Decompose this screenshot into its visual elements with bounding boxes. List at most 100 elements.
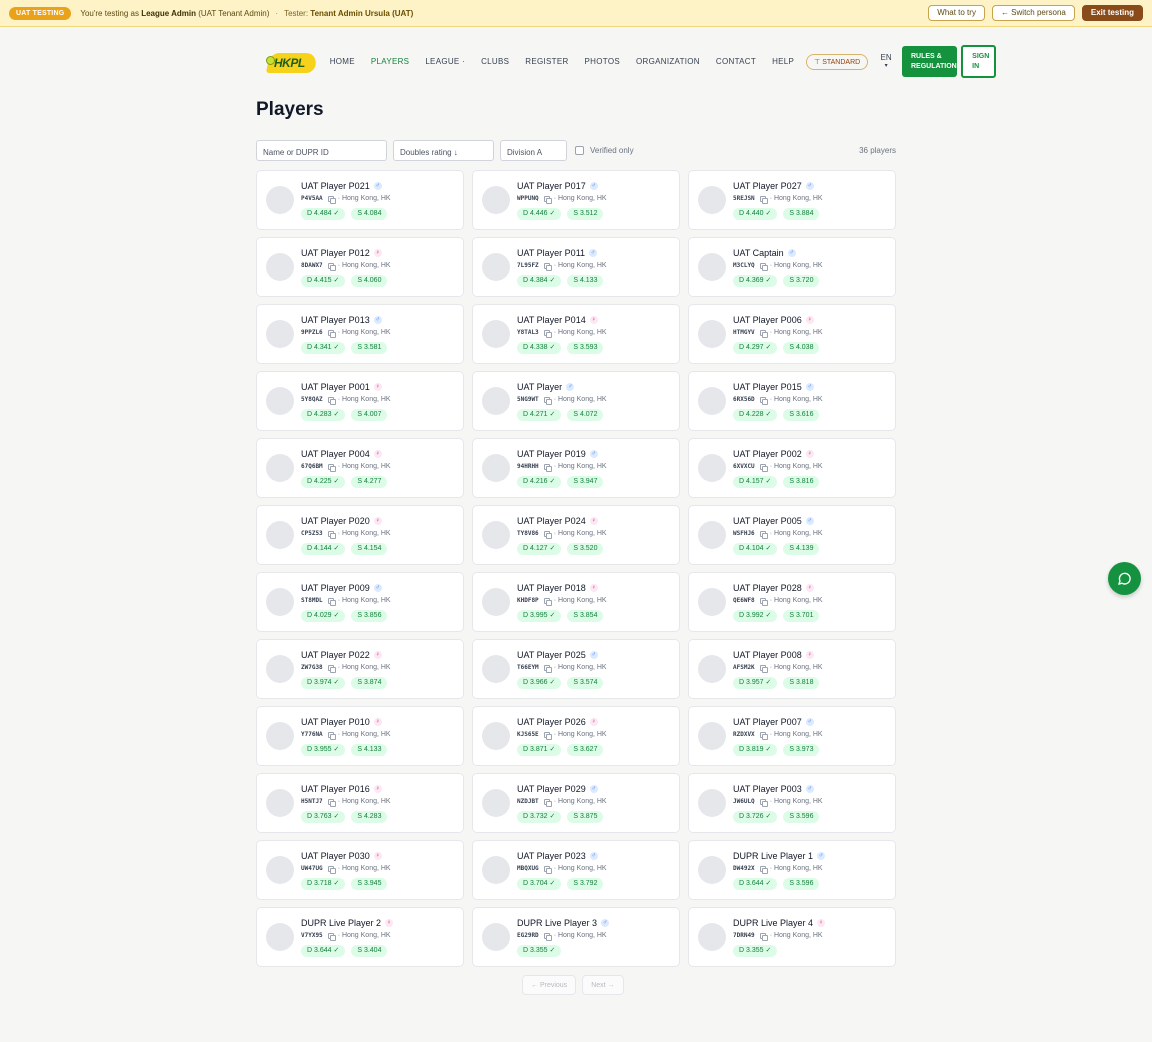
player-card[interactable]: UAT Player ♂ 5NG9WT · Hong Kong, HK D 4.271 …: [472, 371, 680, 431]
copy-icon[interactable]: [543, 262, 552, 271]
player-name[interactable]: UAT Player P006 ♀: [733, 315, 814, 325]
player-card[interactable]: DUPR Live Player 3 ♂ EG29RD · Hong Kong, HK…: [472, 907, 680, 967]
player-card[interactable]: UAT Player P013 ♂ 9PPZL6 · Hong Kong, HK D 4…: [256, 304, 464, 364]
player-card[interactable]: UAT Player P028 ♀ QE6WF8 · Hong Kong, HK D 3…: [688, 572, 896, 632]
player-card[interactable]: UAT Player P019 ♂ 94HRHH · Hong Kong, HK D 4…: [472, 438, 680, 498]
copy-icon[interactable]: [327, 865, 336, 874]
player-card[interactable]: UAT Player P026 ♀ KJS65E · Hong Kong, HK D 3…: [472, 706, 680, 766]
player-name[interactable]: UAT Player P010 ♀: [301, 717, 382, 727]
player-name[interactable]: UAT Player P017 ♂: [517, 181, 598, 191]
player-name[interactable]: UAT Player P011 ♂: [517, 248, 598, 258]
nav-photos[interactable]: PHOTOS: [577, 57, 628, 66]
player-card[interactable]: UAT Captain ♂ M3CLYQ · Hong Kong, HK D 4.369…: [688, 237, 896, 297]
player-name[interactable]: UAT Player P030 ♀: [301, 851, 382, 861]
player-name[interactable]: UAT Player P012 ♀: [301, 248, 382, 258]
nav-league[interactable]: LEAGUE ·: [417, 57, 473, 66]
nav-players[interactable]: PLAYERS: [363, 57, 417, 66]
switch-persona-button[interactable]: ← Switch persona: [991, 5, 1075, 21]
player-name[interactable]: UAT Player P022 ♀: [301, 650, 382, 660]
player-name[interactable]: UAT Player P003 ♂: [733, 784, 814, 794]
player-card[interactable]: UAT Player P022 ♀ ZW7G38 · Hong Kong, HK D 3…: [256, 639, 464, 699]
player-name[interactable]: UAT Player P018 ♀: [517, 583, 598, 593]
player-card[interactable]: UAT Player P017 ♂ WPPUNQ · Hong Kong, HK D 4…: [472, 170, 680, 230]
player-card[interactable]: UAT Player P009 ♂ ST8MDL · Hong Kong, HK D 4…: [256, 572, 464, 632]
player-name[interactable]: UAT Player P025 ♂: [517, 650, 598, 660]
what-to-try-button[interactable]: What to try: [928, 5, 985, 21]
copy-icon[interactable]: [327, 932, 336, 941]
player-card[interactable]: UAT Player P012 ♀ 8DAWX7 · Hong Kong, HK D 4…: [256, 237, 464, 297]
player-name[interactable]: UAT Player P008 ♀: [733, 650, 814, 660]
player-card[interactable]: UAT Player P021 ♂ P4V5AA · Hong Kong, HK D 4…: [256, 170, 464, 230]
player-name[interactable]: UAT Player P020 ♀: [301, 516, 382, 526]
player-name[interactable]: UAT Player P024 ♀: [517, 516, 598, 526]
copy-icon[interactable]: [327, 664, 336, 673]
previous-page-button[interactable]: ← Previous: [522, 975, 577, 995]
player-name[interactable]: UAT Player P001 ♀: [301, 382, 382, 392]
search-input[interactable]: Name or DUPR ID: [256, 139, 387, 161]
player-name[interactable]: UAT Player P027 ♂: [733, 181, 814, 191]
player-card[interactable]: UAT Player P020 ♀ CP5Z53 · Hong Kong, HK D 4…: [256, 505, 464, 565]
nav-clubs[interactable]: CLUBS: [473, 57, 517, 66]
player-card[interactable]: UAT Player P002 ♀ 6XVXCU · Hong Kong, HK D 4…: [688, 438, 896, 498]
exit-testing-button[interactable]: Exit testing: [1081, 5, 1143, 21]
copy-icon[interactable]: [759, 798, 768, 807]
copy-icon[interactable]: [327, 798, 336, 807]
player-name[interactable]: DUPR Live Player 1 ♂: [733, 851, 826, 861]
player-card[interactable]: DUPR Live Player 1 ♂ DW492X · Hong Kong, HK…: [688, 840, 896, 900]
player-card[interactable]: UAT Player P005 ♂ WSFHJ6 · Hong Kong, HK D 4…: [688, 505, 896, 565]
player-name[interactable]: UAT Player P021 ♂: [301, 181, 382, 191]
nav-organization[interactable]: ORGANIZATION: [628, 57, 708, 66]
player-name[interactable]: DUPR Live Player 3 ♂: [517, 918, 610, 928]
copy-icon[interactable]: [543, 530, 552, 539]
player-name[interactable]: UAT Player P014 ♀: [517, 315, 598, 325]
player-name[interactable]: UAT Captain ♂: [733, 248, 796, 258]
player-card[interactable]: UAT Player P008 ♀ AFSM2K · Hong Kong, HK D 3…: [688, 639, 896, 699]
copy-icon[interactable]: [759, 530, 768, 539]
standard-mode-badge[interactable]: ⊤ STANDARD: [806, 53, 869, 70]
copy-icon[interactable]: [759, 463, 768, 472]
copy-icon[interactable]: [759, 865, 768, 874]
copy-icon[interactable]: [759, 329, 768, 338]
player-name[interactable]: UAT Player P023 ♂: [517, 851, 598, 861]
player-name[interactable]: UAT Player P002 ♀: [733, 449, 814, 459]
player-name[interactable]: DUPR Live Player 2 ♀: [301, 918, 394, 928]
player-card[interactable]: UAT Player P015 ♂ 6RX56D · Hong Kong, HK D 4…: [688, 371, 896, 431]
player-card[interactable]: UAT Player P030 ♀ UW47UG · Hong Kong, HK D 3…: [256, 840, 464, 900]
player-card[interactable]: UAT Player P014 ♀ Y8TAL3 · Hong Kong, HK D 4…: [472, 304, 680, 364]
player-card[interactable]: UAT Player P023 ♂ MBQXUG · Hong Kong, HK D 3…: [472, 840, 680, 900]
player-card[interactable]: UAT Player P004 ♀ 67Q6BM · Hong Kong, HK D 4…: [256, 438, 464, 498]
player-name[interactable]: UAT Player P019 ♂: [517, 449, 598, 459]
nav-register[interactable]: REGISTER: [517, 57, 576, 66]
player-name[interactable]: UAT Player P004 ♀: [301, 449, 382, 459]
player-card[interactable]: UAT Player P001 ♀ 5Y8QAZ · Hong Kong, HK D 4…: [256, 371, 464, 431]
copy-icon[interactable]: [327, 329, 336, 338]
player-name[interactable]: UAT Player P009 ♂: [301, 583, 382, 593]
copy-icon[interactable]: [543, 463, 552, 472]
copy-icon[interactable]: [543, 865, 552, 874]
nav-help[interactable]: HELP: [764, 57, 802, 66]
player-name[interactable]: UAT Player P015 ♂: [733, 382, 814, 392]
player-card[interactable]: UAT Player P010 ♀ Y776NA · Hong Kong, HK D 3…: [256, 706, 464, 766]
copy-icon[interactable]: [759, 731, 768, 740]
player-card[interactable]: UAT Player P027 ♂ 5REJSN · Hong Kong, HK D 4…: [688, 170, 896, 230]
copy-icon[interactable]: [543, 932, 552, 941]
player-card[interactable]: DUPR Live Player 2 ♀ V7YX95 · Hong Kong, HK…: [256, 907, 464, 967]
copy-icon[interactable]: [327, 597, 336, 606]
copy-icon[interactable]: [327, 262, 336, 271]
copy-icon[interactable]: [759, 396, 768, 405]
copy-icon[interactable]: [543, 664, 552, 673]
copy-icon[interactable]: [543, 798, 552, 807]
player-card[interactable]: UAT Player P007 ♂ RZDXVX · Hong Kong, HK D 3…: [688, 706, 896, 766]
nav-home[interactable]: HOME: [322, 57, 363, 66]
copy-icon[interactable]: [759, 597, 768, 606]
verified-only-checkbox[interactable]: [575, 145, 584, 155]
player-card[interactable]: UAT Player P018 ♀ KHDF8P · Hong Kong, HK D 3…: [472, 572, 680, 632]
player-name[interactable]: UAT Player P007 ♂: [733, 717, 814, 727]
copy-icon[interactable]: [543, 329, 552, 338]
sort-select[interactable]: Doubles rating ↓: [393, 139, 494, 161]
copy-icon[interactable]: [759, 932, 768, 941]
player-card[interactable]: UAT Player P029 ♂ NZDJBT · Hong Kong, HK D 3…: [472, 773, 680, 833]
copy-icon[interactable]: [327, 731, 336, 740]
player-card[interactable]: UAT Player P011 ♂ 7L95FZ · Hong Kong, HK D 4…: [472, 237, 680, 297]
player-name[interactable]: UAT Player P013 ♂: [301, 315, 382, 325]
